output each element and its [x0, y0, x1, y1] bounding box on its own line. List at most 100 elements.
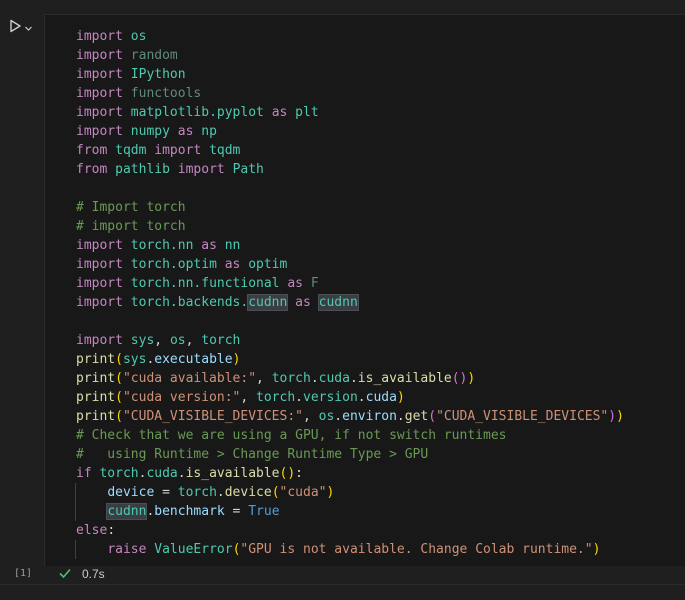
code-token: "cuda" [279, 485, 327, 500]
code-token: ) [616, 409, 624, 424]
cell-gutter [0, 14, 44, 584]
code-token: print [76, 390, 116, 405]
code-line[interactable]: cudnn.benchmark = True [76, 502, 624, 521]
code-token: "CUDA_VISIBLE_DEVICES" [436, 409, 609, 424]
code-token: ( [115, 409, 123, 424]
code-line[interactable]: # Import torch [76, 198, 624, 217]
code-token: Path [232, 162, 264, 177]
code-token: raise [107, 542, 147, 557]
code-line[interactable]: import IPython [76, 65, 624, 84]
code-line[interactable] [76, 312, 624, 331]
code-line[interactable]: print("cuda version:", torch.version.cud… [76, 388, 624, 407]
code-token: as [271, 105, 288, 120]
code-token: ) [608, 409, 617, 424]
play-icon[interactable] [8, 18, 22, 37]
code-token: import [76, 276, 123, 291]
code-line[interactable]: from tqdm import tqdm [76, 141, 624, 160]
code-token: cuda [318, 371, 350, 386]
chevron-down-icon[interactable] [24, 18, 33, 37]
code-token: ) [592, 542, 601, 557]
run-cell-button[interactable] [8, 18, 42, 36]
code-token: , [154, 333, 170, 348]
code-line[interactable]: import torch.nn.functional as F [76, 274, 624, 293]
code-token: ) [326, 485, 335, 500]
code-token: , [240, 390, 257, 405]
code-line[interactable]: if torch.cuda.is_available(): [76, 464, 624, 483]
code-token: print [76, 371, 116, 386]
code-token: tqdm [209, 143, 241, 158]
code-token: executable [154, 352, 233, 367]
code-line[interactable]: device = torch.device("cuda") [76, 483, 624, 502]
code-token: True [248, 504, 280, 519]
code-token: # Check that we are using a GPU, if not … [76, 428, 507, 443]
code-line[interactable]: from pathlib import Path [76, 160, 624, 179]
code-token: os [130, 29, 147, 44]
code-line[interactable]: import matplotlib.pyplot as plt [76, 103, 624, 122]
code-token: device [107, 485, 155, 500]
code-token: ( [115, 352, 123, 367]
code-editor[interactable]: import os import random import IPython impo… [44, 14, 685, 566]
code-token: np [201, 124, 217, 139]
code-token: import [177, 162, 225, 177]
code-token: F [310, 276, 319, 291]
code-token: from [76, 143, 108, 158]
code-token: . [349, 371, 358, 386]
code-line[interactable]: # import torch [76, 217, 624, 236]
code-token: get [404, 409, 429, 424]
code-line[interactable]: import torch.backends.cudnn as cudnn [76, 293, 624, 312]
code-token: is_available [357, 371, 452, 386]
code-token: ( [115, 371, 123, 386]
code-token: torch [256, 390, 296, 405]
code-token: matplotlib.pyplot [130, 105, 264, 120]
code-token: tqdm [115, 143, 147, 158]
code-token: import [76, 29, 123, 44]
notebook-code-cell[interactable]: import os import random import IPython impo… [0, 14, 685, 584]
code-line[interactable]: # Check that we are using a GPU, if not … [76, 426, 624, 445]
code-token: version [303, 390, 358, 405]
code-token: torch.nn [130, 238, 194, 253]
code-token: . [334, 409, 343, 424]
code-line[interactable]: print("CUDA_VISIBLE_DEVICES:", os.enviro… [76, 407, 624, 426]
code-lines[interactable]: import os import random import IPython impo… [76, 27, 624, 559]
code-token: cudnn [317, 294, 359, 311]
code-token: ( [428, 409, 437, 424]
code-token: . [396, 409, 405, 424]
code-token: torch [201, 333, 241, 348]
code-line[interactable]: print("cuda available:", torch.cuda.is_a… [76, 369, 624, 388]
code-line[interactable]: import torch.nn as nn [76, 236, 624, 255]
code-token: ) [396, 390, 405, 405]
code-token: print [76, 352, 116, 367]
code-line[interactable]: import sys, os, torch [76, 331, 624, 350]
code-line[interactable]: import os [76, 27, 624, 46]
code-line[interactable]: else: [76, 521, 624, 540]
cell-status-bar: [1] 0.7s [0, 565, 685, 584]
code-line[interactable]: import random [76, 46, 624, 65]
code-line[interactable]: import numpy as np [76, 122, 624, 141]
code-token: : [295, 466, 303, 481]
code-token: "GPU is not available. Change Colab runt… [240, 542, 593, 557]
code-token: cudnn [106, 503, 148, 520]
code-line[interactable]: import torch.optim as optim [76, 255, 624, 274]
code-line[interactable]: print(sys.executable) [76, 350, 624, 369]
code-line[interactable] [76, 179, 624, 198]
code-token: as [287, 276, 303, 291]
code-token: . [216, 485, 225, 500]
code-line[interactable]: raise ValueError("GPU is not available. … [76, 540, 624, 559]
code-line[interactable]: # using Runtime > Change Runtime Type > … [76, 445, 624, 464]
code-token: nn [224, 238, 241, 253]
code-token: cuda [365, 390, 397, 405]
execution-time: 0.7s [82, 567, 105, 581]
code-token: , [185, 333, 202, 348]
code-line[interactable]: import functools [76, 84, 624, 103]
